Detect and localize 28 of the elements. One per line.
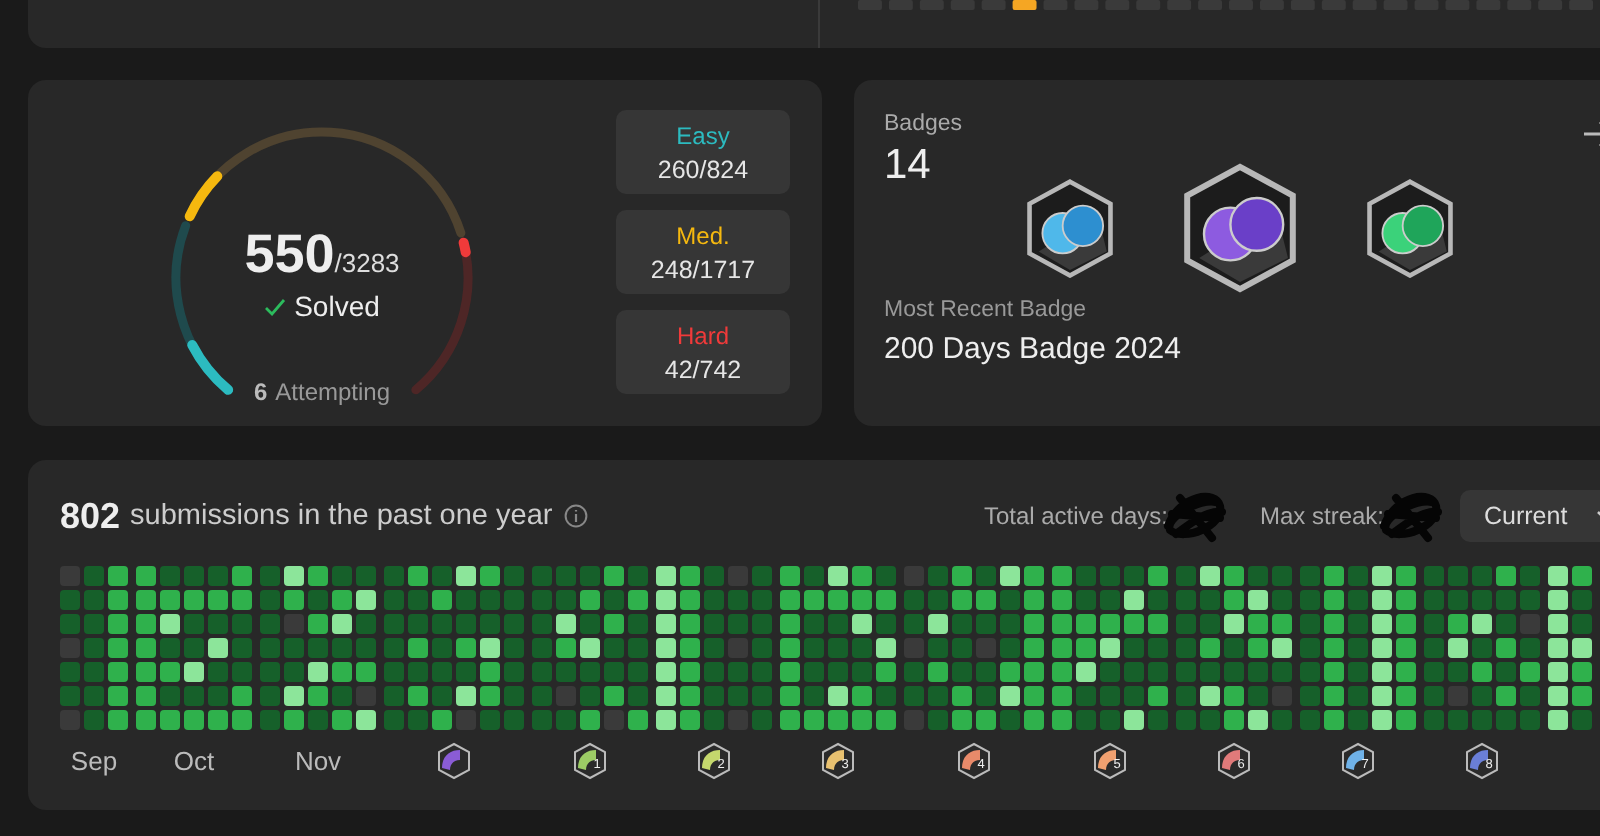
difficulty-count: 248/1717 [650,255,756,283]
badges-label: Badges [884,112,963,136]
difficulty-label: Med. [676,221,730,249]
active-days-label: Total active days: [983,502,1168,530]
solved-label: Solved [294,290,380,322]
difficulty-count: 42/742 [664,355,742,383]
badges-count: 14 [884,142,933,190]
check-icon [264,297,287,315]
badge-icon[interactable] [1180,162,1300,294]
badge-icon[interactable] [1364,177,1456,279]
month-label: Nov [294,746,342,776]
solved-count: 550 [244,224,335,286]
recent-badge-name: 200 Days Badge 2024 [884,332,1183,366]
attempting-label: Attempting [275,378,391,406]
attempting-count: 6 [253,378,268,406]
recent-badge-label: Most Recent Badge [884,298,1089,322]
month-label: Oct [173,746,215,776]
badge-icon[interactable] [1024,177,1116,279]
max-streak-label: Max streak: [1259,502,1384,530]
period-dropdown[interactable]: Current [1460,490,1600,542]
difficulty-label: Hard [676,321,729,349]
difficulty-count: 260/824 [657,155,749,183]
submissions-title: submissions in the past one year [130,500,553,532]
difficulty-label: Easy [676,121,730,149]
submission-count: 802 [60,495,121,537]
total-count: /3283 [334,248,400,278]
info-icon[interactable] [564,504,589,528]
month-label: Sep [70,746,118,776]
